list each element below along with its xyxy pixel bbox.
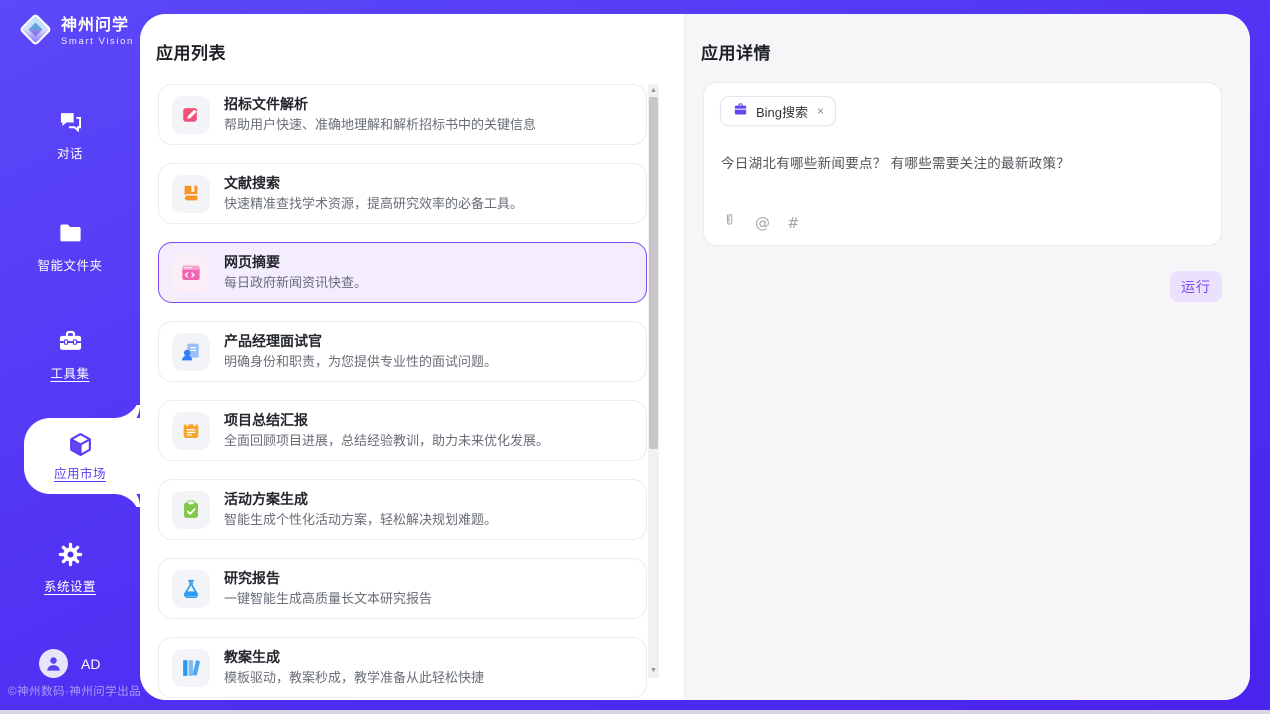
app-window: 神州问学 Smart Vision 对话 智能文件夹 工具集 应用市场 系统设置… (0, 0, 1270, 714)
sidebar-item-label: 智能文件夹 (37, 255, 102, 274)
brand-diamond-icon (17, 11, 54, 53)
app-card-description: 一键智能生成高质量长文本研究报告 (224, 592, 432, 606)
edit-document-icon (180, 104, 202, 126)
app-card[interactable]: 招标文件解析 帮助用户快速、准确地理解和解析招标书中的关键信息 (158, 84, 647, 145)
app-list-pane: 应用列表 招标文件解析 帮助用户快速、准确地理解和解析招标书中的关键信息 文献搜… (140, 14, 684, 700)
app-card-description: 每日政府新闻资讯快查。 (224, 276, 367, 290)
toolbox-icon (57, 328, 84, 355)
sidebar-item-label: 对话 (57, 143, 83, 162)
clipboard-check-icon (180, 499, 202, 521)
brand-logo: 神州问学 Smart Vision (17, 11, 134, 53)
app-card-description: 明确身份和职责，为您提供专业性的面试问题。 (224, 355, 497, 369)
app-card-description: 帮助用户快速、准确地理解和解析招标书中的关键信息 (224, 118, 536, 132)
sidebar: 神州问学 Smart Vision 对话 智能文件夹 工具集 应用市场 系统设置… (0, 0, 140, 710)
book-icon (180, 183, 202, 205)
sidebar-item-gear[interactable]: 系统设置 (0, 541, 140, 595)
research-flask-icon (180, 578, 202, 600)
app-card-title: 教案生成 (224, 650, 484, 665)
app-list: 招标文件解析 帮助用户快速、准确地理解和解析招标书中的关键信息 文献搜索 快速精… (158, 84, 647, 700)
app-icon-tile (172, 175, 210, 213)
chat-icon (57, 108, 84, 135)
person-icon (43, 653, 64, 674)
app-card-title: 项目总结汇报 (224, 413, 549, 428)
app-card[interactable]: 项目总结汇报 全面回顾项目进展，总结经验教训，助力未来优化发展。 (158, 400, 647, 461)
scroll-down-icon[interactable]: ▼ (648, 666, 659, 676)
app-card-description: 全面回顾项目进展，总结经验教训，助力未来优化发展。 (224, 434, 549, 448)
app-card-title: 活动方案生成 (224, 492, 497, 507)
scroll-up-icon[interactable]: ▲ (648, 86, 659, 96)
app-card-title: 研究报告 (224, 571, 432, 586)
app-card-description: 快速精准查找学术资源，提高研究效率的必备工具。 (224, 197, 523, 211)
gear-icon (57, 541, 84, 568)
paperclip-icon[interactable] (721, 212, 738, 234)
copyright-footer: ©神州数码·神州问学出品 (8, 683, 141, 699)
app-card-description: 智能生成个性化活动方案，轻松解决规划难题。 (224, 513, 497, 527)
app-card[interactable]: 产品经理面试官 明确身份和职责，为您提供专业性的面试问题。 (158, 321, 647, 382)
sidebar-item-cube-selected[interactable]: 应用市场 (24, 418, 140, 494)
app-detail-pane: 应用详情 Bing搜索 × 今日湖北有哪些新闻要点？ 有哪些需要关 (684, 14, 1250, 700)
sidebar-item-folder[interactable]: 智能文件夹 (0, 220, 140, 274)
app-detail-title: 应用详情 (701, 39, 771, 64)
sidebar-item-label: 工具集 (50, 363, 89, 382)
prompt-card: Bing搜索 × 今日湖北有哪些新闻要点？ 有哪些需要关注的最新政策？ @ # (703, 82, 1222, 246)
sidebar-item-label: 应用市场 (54, 463, 106, 482)
app-card-title: 产品经理面试官 (224, 334, 497, 349)
sidebar-item-chat[interactable]: 对话 (0, 108, 140, 162)
briefcase-icon (732, 101, 749, 121)
avatar[interactable] (39, 649, 68, 678)
user-initials: AD (81, 656, 100, 672)
close-icon[interactable]: × (817, 104, 824, 118)
app-card[interactable]: 网页摘要 每日政府新闻资讯快查。 (158, 242, 647, 303)
run-button[interactable]: 运行 (1170, 271, 1222, 302)
app-card[interactable]: 教案生成 模板驱动，教案秒成，教学准备从此轻松快捷 (158, 637, 647, 698)
scrollbar-thumb[interactable] (649, 97, 658, 449)
app-icon-tile (172, 649, 210, 687)
app-card[interactable]: 活动方案生成 智能生成个性化活动方案，轻松解决规划难题。 (158, 479, 647, 540)
sidebar-item-label: 系统设置 (44, 576, 96, 595)
app-icon-tile (172, 570, 210, 608)
app-icon-tile (172, 491, 210, 529)
cube-icon (67, 431, 94, 458)
app-icon-tile (172, 254, 210, 292)
content-area: 应用列表 招标文件解析 帮助用户快速、准确地理解和解析招标书中的关键信息 文献搜… (140, 14, 1250, 700)
prompt-text[interactable]: 今日湖北有哪些新闻要点？ 有哪些需要关注的最新政策？ (721, 152, 1205, 172)
folder-icon (57, 220, 84, 247)
app-icon-tile (172, 412, 210, 450)
app-card-title: 文献搜索 (224, 176, 523, 191)
app-card-title: 招标文件解析 (224, 97, 536, 112)
app-card[interactable]: 文献搜索 快速精准查找学术资源，提高研究效率的必备工具。 (158, 163, 647, 224)
tool-tag-label: Bing搜索 (756, 102, 808, 121)
sidebar-item-toolbox[interactable]: 工具集 (0, 328, 140, 382)
hash-icon[interactable]: # (787, 216, 800, 231)
tool-tag-bing-search[interactable]: Bing搜索 × (720, 96, 836, 126)
prompt-toolbar: @ # (721, 212, 800, 234)
window-bottom-edge (0, 710, 1270, 714)
mention-icon[interactable]: @ (755, 216, 770, 231)
app-card-title: 网页摘要 (224, 255, 367, 270)
app-list-title: 应用列表 (156, 39, 226, 64)
web-page-icon (180, 262, 202, 284)
interviewer-icon (180, 341, 202, 363)
app-card-description: 模板驱动，教案秒成，教学准备从此轻松快捷 (224, 671, 484, 685)
books-icon (180, 657, 202, 679)
report-note-icon (180, 420, 202, 442)
brand-name: 神州问学 (61, 17, 134, 35)
app-icon-tile (172, 96, 210, 134)
brand-subtitle: Smart Vision (61, 36, 134, 47)
scrollbar-track[interactable]: ▲ ▼ (648, 84, 659, 678)
user-account[interactable]: AD (39, 649, 100, 678)
app-icon-tile (172, 333, 210, 371)
app-card[interactable]: 研究报告 一键智能生成高质量长文本研究报告 (158, 558, 647, 619)
